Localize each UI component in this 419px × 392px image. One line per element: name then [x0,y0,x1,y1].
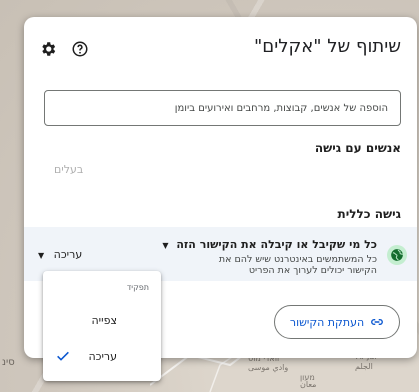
role-dropdown-menu: תפקיד צפייה עריכה [43,271,161,381]
role-menu-header: תפקיד [126,283,149,292]
gear-icon[interactable] [38,39,58,59]
copy-link-label: העתקת הקישור [289,315,365,329]
owner-label: בעלים [54,163,84,176]
role-option-label: צפייה [91,313,117,327]
globe-icon [387,245,407,265]
people-with-access-title: אנשים עם גישה [314,141,401,155]
role-option-edit[interactable]: עריכה [43,339,161,373]
role-option-label: עריכה [88,349,117,363]
general-access-description: כל המשתמשים באינטרנט שיש להם את הקישור י… [218,254,377,276]
general-access-title: גישה כללית [337,207,401,221]
link-icon [371,318,384,326]
help-icon[interactable] [70,39,90,59]
map-label: معان [300,380,317,389]
caret-down-icon: ▼ [38,251,45,260]
general-access-option: כל מי שקיבל או קיבלה את הקישור הזה [176,238,377,251]
map-label: الجلم [355,362,373,371]
check-icon [57,351,69,361]
map-label: وادي موسى [248,363,289,372]
add-people-input[interactable]: הוספה של אנשים, קבוצות, מרחבים ואירועים … [44,90,401,126]
map-label: סינ [2,357,15,368]
copy-link-button[interactable]: העתקת הקישור [274,305,400,339]
general-access-select[interactable]: כל מי שקיבל או קיבלה את הקישור הזה ▼ [162,238,377,251]
dialog-title: שיתוף של "אקלים" [253,36,401,57]
role-select-value: עריכה [53,248,83,261]
role-select[interactable]: עריכה ▼ [38,248,82,261]
header-icons [38,39,90,59]
add-people-placeholder: הוספה של אנשים, קבוצות, מרחבים ואירועים … [174,102,388,114]
role-option-view[interactable]: צפייה [43,303,161,337]
caret-down-icon: ▼ [162,241,169,250]
